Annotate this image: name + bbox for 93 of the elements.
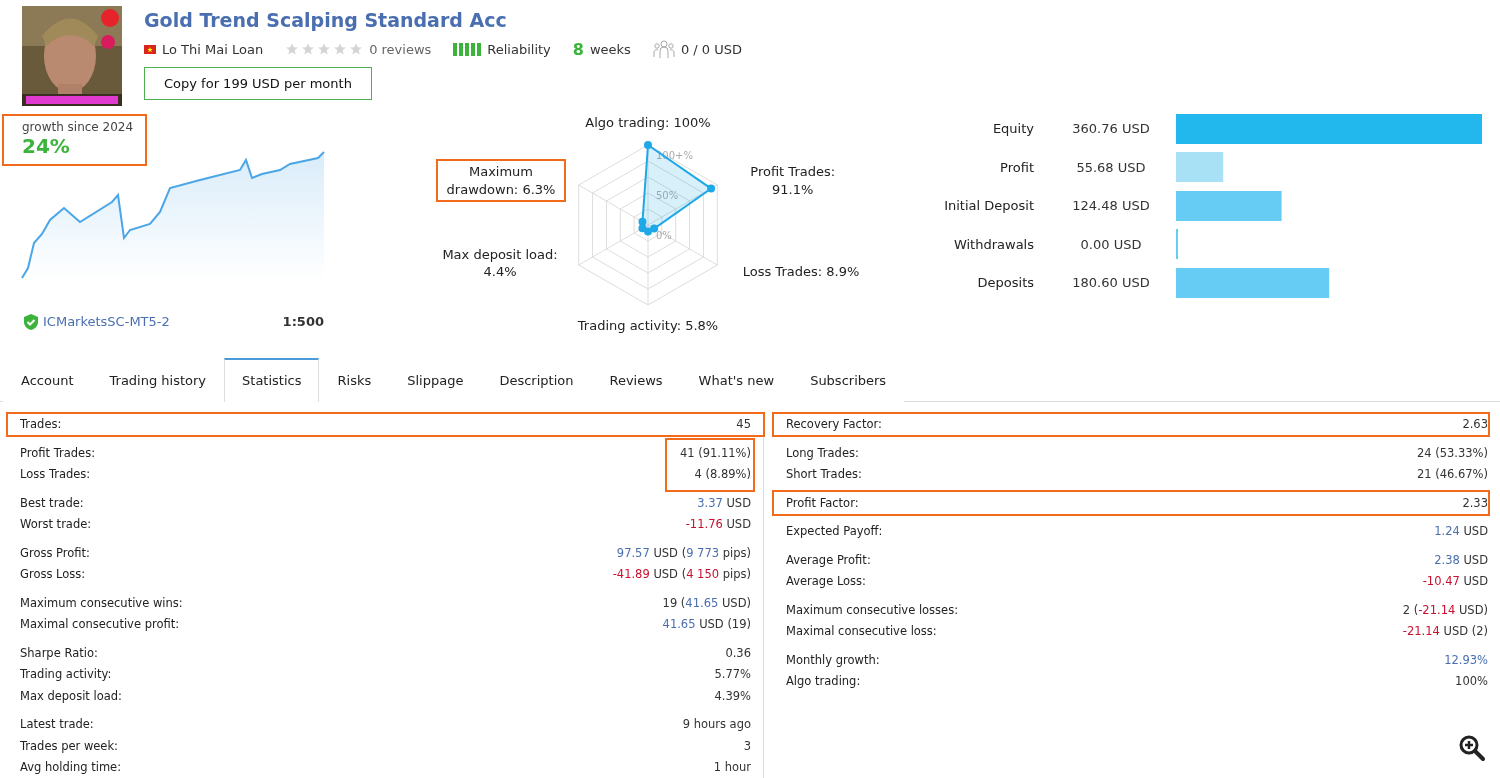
stat-label: Average Profit: xyxy=(786,552,871,567)
star-icon xyxy=(285,42,300,56)
stat-value: 3.37 USD xyxy=(697,495,751,510)
stat-label: Expected Payoff: xyxy=(786,524,883,539)
stat-label: Max deposit load: xyxy=(20,688,122,703)
bar-label: Profit xyxy=(999,159,1035,175)
flag-icon xyxy=(144,44,156,54)
stat-label: Avg holding time: xyxy=(20,760,122,775)
growth-label: growth since 2024 xyxy=(22,119,134,134)
stat-value: 2 (-21.14 USD) xyxy=(1402,602,1488,617)
stat-label: Gross Profit: xyxy=(20,545,90,560)
stat-value: 45 xyxy=(736,417,751,432)
stat-label: Algo trading: xyxy=(786,674,861,689)
stat-label: Monthly growth: xyxy=(786,652,880,667)
stat-value: 97.57 USD (9 773 pips) xyxy=(616,545,751,560)
copy-button[interactable]: Copy for 199 USD per month xyxy=(144,67,372,100)
star-icon xyxy=(317,42,332,56)
stat-label: Maximal consecutive loss: xyxy=(786,624,937,639)
reviews-count: 0 reviews xyxy=(369,41,432,57)
stat-value: 4.39% xyxy=(714,688,751,703)
stat-value: 3 xyxy=(743,738,751,753)
stat-value: 41 (91.11%) xyxy=(679,445,751,460)
bar-label: Equity xyxy=(991,121,1035,137)
stat-label: Long Trades: xyxy=(786,445,859,460)
stat-label: Sharpe Ratio: xyxy=(20,645,98,660)
stat-value: 24 (53.33%) xyxy=(1416,445,1488,460)
star-icon xyxy=(333,42,348,56)
shield-check-icon xyxy=(24,313,38,330)
strategy-title: Gold Trend Scalping Standard Acc xyxy=(144,9,508,31)
radar-label: Profit Trades: 91.1% xyxy=(749,163,837,199)
stat-label: Recovery Factor: xyxy=(786,417,882,432)
stat-label: Profit Factor: xyxy=(786,495,859,510)
stat-label: Latest trade: xyxy=(20,717,94,732)
people-icon xyxy=(652,39,675,59)
bar-value: 180.60 USD xyxy=(1071,275,1151,291)
stat-value: 4 (8.89%) xyxy=(694,467,751,482)
star-icon xyxy=(301,42,316,56)
radar-label: Max deposit load: 4.4% xyxy=(441,245,559,282)
tick-label: 50% xyxy=(656,190,679,201)
leverage-value: 1:500 xyxy=(282,314,324,330)
bar-value: 360.76 USD xyxy=(1071,121,1151,137)
stat-value: 1.24 USD xyxy=(1434,524,1488,539)
subscribers-amount: 0 / 0 USD xyxy=(680,41,742,57)
radar-label: Algo trading: 100% xyxy=(584,113,712,132)
bar-label: Initial Deposit xyxy=(943,198,1035,214)
stat-value: 2.63 xyxy=(1462,417,1488,432)
stat-value: 2.38 USD xyxy=(1434,552,1488,567)
stat-value: 9 hours ago xyxy=(682,717,751,732)
radar-label: Loss Trades: 8.9% xyxy=(741,263,861,282)
stat-value: -10.47 USD xyxy=(1422,574,1488,589)
radar-label: Trading activity: 5.8% xyxy=(576,317,720,335)
stat-value: 5.77% xyxy=(714,667,751,682)
stat-value: 41.65 USD (19) xyxy=(662,617,751,632)
stat-label: Maximum consecutive wins: xyxy=(20,595,183,610)
growth-value: 24% xyxy=(22,133,71,158)
tick-label: 0% xyxy=(656,230,672,241)
stat-label: Trades per week: xyxy=(20,738,118,753)
stat-value: 12.93% xyxy=(1444,652,1488,667)
author-name: Lo Thi Mai Loan xyxy=(162,41,264,57)
stat-label: Gross Loss: xyxy=(20,567,86,582)
stat-label: Trading activity: xyxy=(20,667,112,682)
bar-value: 124.48 USD xyxy=(1071,198,1151,214)
weeks-label: weeks xyxy=(589,41,631,57)
stat-label: Worst trade: xyxy=(20,517,92,532)
bar-value: 0.00 USD xyxy=(1079,236,1143,252)
stat-value: 19 (41.65 USD) xyxy=(662,595,751,610)
stat-label: Trades: xyxy=(20,417,62,432)
radar-label: Maximum drawdown: 6.3% xyxy=(436,159,566,203)
stat-label: Maximal consecutive profit: xyxy=(20,617,180,632)
tab[interactable]: Statistics xyxy=(224,357,320,402)
stat-label: Short Trades: xyxy=(786,467,862,482)
stat-label: Best trade: xyxy=(20,495,84,510)
stat-value: -11.76 USD xyxy=(685,517,751,532)
weeks-count: 8 xyxy=(572,39,584,59)
bar-label: Deposits xyxy=(976,275,1035,291)
bar xyxy=(1176,152,1224,183)
stat-value: 0.36 xyxy=(725,645,751,660)
stat-value: -41.89 USD (4 150 pips) xyxy=(612,567,751,582)
stat-label: Profit Trades: xyxy=(20,445,95,460)
reliability-label: Reliability xyxy=(487,41,551,57)
stat-value: 2.33 xyxy=(1462,495,1488,510)
bar-label: Withdrawals xyxy=(952,236,1035,252)
stat-value: 100% xyxy=(1455,674,1488,689)
stat-label: Average Loss: xyxy=(786,574,866,589)
stat-value: -21.14 USD (2) xyxy=(1402,624,1488,639)
stat-label: Loss Trades: xyxy=(20,467,91,482)
stat-label: Maximum consecutive losses: xyxy=(786,602,959,617)
reliability-icon xyxy=(453,42,482,56)
star-icon xyxy=(349,42,364,56)
stat-value: 1 hour xyxy=(713,760,751,775)
stat-value: 21 (46.67%) xyxy=(1416,467,1488,482)
bar-value: 55.68 USD xyxy=(1075,159,1147,175)
server-link[interactable]: ICMarketsSC-MT5-2 xyxy=(24,313,170,330)
